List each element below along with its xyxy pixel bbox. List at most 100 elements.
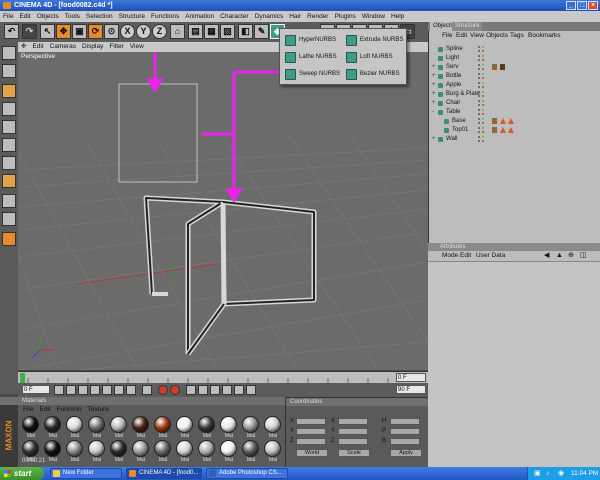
rot-h-field[interactable] (390, 418, 420, 425)
expand-toggle-icon[interactable]: - (432, 108, 434, 117)
material-swatch[interactable] (242, 416, 259, 433)
size-y-field[interactable] (338, 428, 368, 435)
attr-new-icon[interactable]: ◫ (580, 251, 587, 261)
loop-icon[interactable] (142, 385, 152, 395)
render-region-icon[interactable]: ▦ (204, 24, 219, 39)
material-swatch[interactable] (132, 440, 149, 457)
coord-z-field[interactable] (296, 438, 326, 445)
material-swatch[interactable] (22, 440, 39, 457)
object-row[interactable]: + Serv (430, 63, 598, 72)
rotation-key-icon[interactable] (222, 385, 232, 395)
use-texture-tool-icon[interactable] (2, 102, 16, 116)
menu-structure[interactable]: Structure (116, 11, 148, 22)
material-swatch[interactable] (132, 416, 149, 433)
use-points-tool-icon[interactable] (2, 138, 16, 152)
material-swatch[interactable] (220, 440, 237, 457)
autokey-icon[interactable] (170, 385, 180, 395)
visibility-dots-icon[interactable] (478, 91, 486, 98)
start-button[interactable]: start (0, 467, 44, 480)
material-swatch[interactable] (154, 416, 171, 433)
material-menu-texture[interactable]: Texture (85, 405, 112, 414)
visibility-dots-icon[interactable] (478, 73, 486, 80)
menu-window[interactable]: Window (359, 11, 388, 22)
obj-menu-file[interactable]: File (442, 31, 452, 41)
expand-toggle-icon[interactable]: + (432, 72, 436, 81)
expand-toggle-icon[interactable]: + (432, 63, 436, 72)
object-name[interactable]: Wall (446, 135, 457, 144)
object-name[interactable]: Light (446, 54, 459, 63)
obj-menu-edit[interactable]: Edit (456, 31, 467, 41)
prev-frame-icon[interactable] (78, 385, 88, 395)
material-swatch[interactable] (44, 440, 61, 457)
expand-toggle-icon[interactable]: + (432, 135, 436, 144)
pla-key-icon[interactable] (246, 385, 256, 395)
next-key-icon[interactable] (114, 385, 124, 395)
make-editable-icon[interactable] (2, 46, 16, 60)
phong-tag-icon[interactable] (500, 118, 506, 124)
render-picture-viewer-icon[interactable]: ▧ (220, 24, 235, 39)
material-swatch[interactable] (88, 440, 105, 457)
material-swatch[interactable] (264, 440, 281, 457)
attr-up-icon[interactable]: ▲ (556, 251, 563, 261)
menu-animation[interactable]: Animation (182, 11, 217, 22)
viewport-menu-display[interactable]: Display (79, 42, 106, 52)
visibility-dots-icon[interactable] (478, 118, 486, 125)
visibility-dots-icon[interactable] (478, 46, 486, 53)
visibility-dots-icon[interactable] (478, 64, 486, 71)
object-row[interactable]: Light (430, 54, 598, 63)
phong-tag-icon[interactable] (500, 127, 506, 133)
material-swatch[interactable] (66, 440, 83, 457)
object-name[interactable]: Bottle (446, 72, 461, 81)
texture-tag-icon[interactable] (500, 64, 505, 70)
object-row[interactable]: + Wall (430, 135, 598, 144)
use-model-tool-icon[interactable] (2, 64, 16, 78)
prev-key-icon[interactable] (66, 385, 76, 395)
rot-p-field[interactable] (390, 428, 420, 435)
material-swatch[interactable] (264, 416, 281, 433)
goto-end-icon[interactable] (126, 385, 136, 395)
coord-apply-button[interactable]: Apply (390, 449, 422, 457)
minimize-button[interactable]: _ (566, 1, 576, 10)
record-icon[interactable] (158, 385, 168, 395)
material-tag-icon[interactable] (492, 64, 497, 70)
visibility-dots-icon[interactable] (478, 136, 486, 143)
material-menu-file[interactable]: File (20, 405, 36, 414)
coord-x-field[interactable] (296, 418, 326, 425)
volume-icon[interactable]: ♪ (546, 467, 550, 480)
size-z-field[interactable] (338, 438, 368, 445)
expand-toggle-icon[interactable]: + (432, 90, 436, 99)
render-view-icon[interactable]: ▤ (188, 24, 203, 39)
next-frame-icon[interactable] (102, 385, 112, 395)
material-tag-icon[interactable] (492, 127, 497, 133)
y-axis-icon[interactable]: Y (136, 24, 151, 39)
task-new-folder[interactable]: New Folder (50, 468, 122, 479)
tweak-mode-icon[interactable] (2, 194, 16, 208)
z-axis-icon[interactable]: Z (152, 24, 167, 39)
x-axis-icon[interactable]: X (120, 24, 135, 39)
material-swatch[interactable] (110, 440, 127, 457)
material-swatch[interactable] (176, 440, 193, 457)
object-row[interactable]: Spline (430, 45, 598, 54)
material-swatch[interactable] (154, 440, 171, 457)
warning-tag-icon[interactable] (508, 127, 514, 133)
obj-menu-tags[interactable]: Tags (510, 31, 524, 41)
object-name[interactable]: Table (446, 108, 460, 117)
material-swatch[interactable] (44, 416, 61, 433)
object-name[interactable]: Serv (446, 63, 458, 72)
viewport-menu-edit[interactable]: Edit (29, 42, 46, 52)
coord-y-field[interactable] (296, 428, 326, 435)
object-row[interactable]: + Burg & Plate (430, 90, 598, 99)
sweep-nurbs-table-frame[interactable] (143, 195, 317, 356)
object-name[interactable]: Chair (446, 99, 460, 108)
use-edge-tool-icon[interactable] (2, 156, 16, 170)
viewport-menu-filter[interactable]: Filter (106, 42, 126, 52)
menu-selection[interactable]: Selection (83, 11, 116, 22)
primitive-cube-icon[interactable]: ◧ (238, 24, 253, 39)
attr-lock-icon[interactable]: ⊕ (568, 251, 574, 261)
menu-functions[interactable]: Functions (148, 11, 182, 22)
scale-key-icon[interactable] (210, 385, 220, 395)
alert-icon[interactable]: ◉ (558, 467, 564, 480)
tab-structure[interactable]: Structure (452, 22, 483, 31)
attr-menu-edit[interactable]: Edit (460, 251, 471, 261)
material-swatch[interactable] (110, 416, 127, 433)
